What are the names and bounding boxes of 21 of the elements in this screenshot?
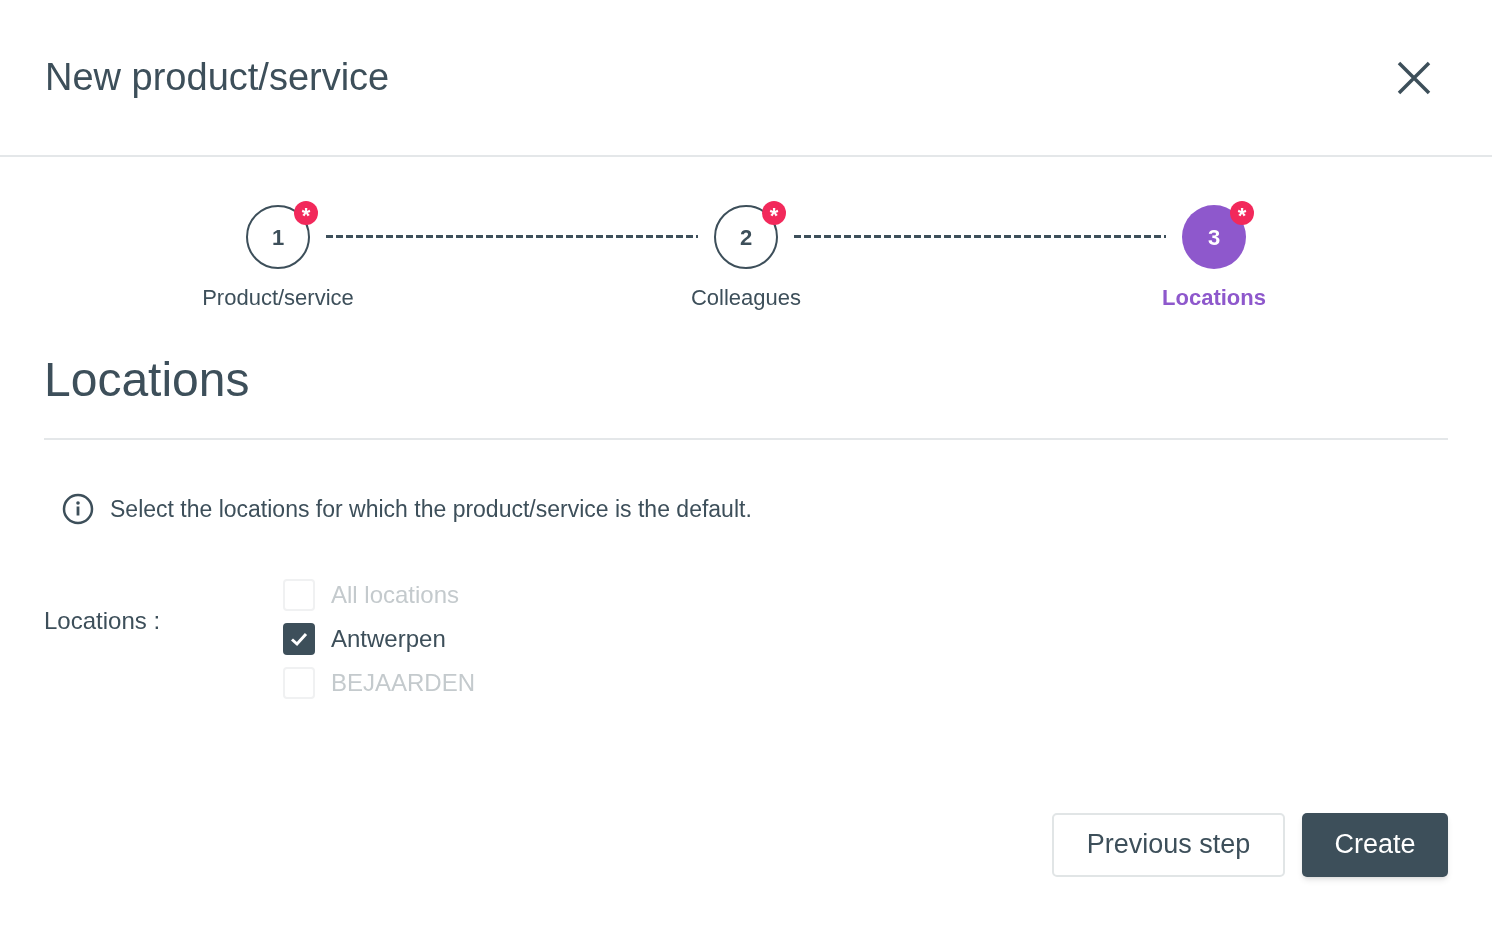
step-label[interactable]: Locations xyxy=(1162,281,1266,314)
create-button[interactable]: Create xyxy=(1302,812,1448,877)
section-title: Locations xyxy=(44,352,251,408)
checkbox[interactable] xyxy=(283,622,315,655)
required-badge: * xyxy=(762,201,786,225)
step-number: 1 xyxy=(271,223,285,252)
info-text: Select the locations for which the product/service is the default. xyxy=(110,495,752,524)
step-label[interactable]: Product/service xyxy=(202,281,354,314)
checkbox-label: All locations xyxy=(331,579,460,610)
field-label: Locations : xyxy=(44,605,162,636)
checkbox-label: Antwerpen xyxy=(331,623,446,654)
previous-step-button[interactable]: Previous step xyxy=(1052,812,1285,877)
info-icon xyxy=(62,493,94,526)
step-number: 3 xyxy=(1207,223,1221,252)
checkbox-label: BEJAARDEN xyxy=(331,667,476,698)
dialog-title: New product/service xyxy=(45,55,390,100)
step-label[interactable]: Colleagues xyxy=(690,281,802,314)
required-badge: * xyxy=(294,201,318,225)
close-icon[interactable] xyxy=(1397,60,1431,95)
required-badge: * xyxy=(1230,201,1254,225)
step-number: 2 xyxy=(739,223,753,252)
